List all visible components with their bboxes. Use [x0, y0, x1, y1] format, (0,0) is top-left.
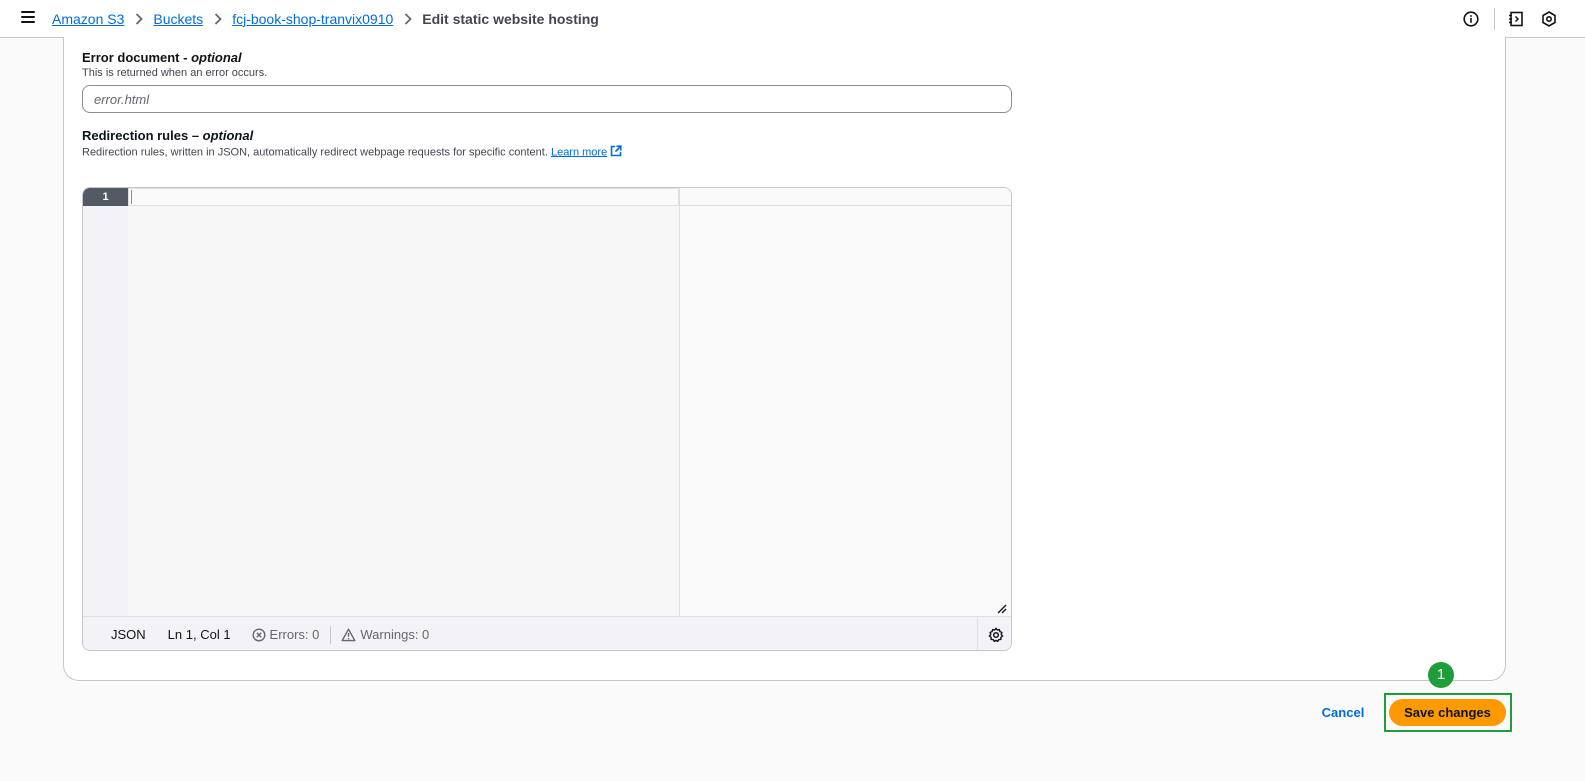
chevron-right-icon — [124, 12, 153, 25]
breadcrumb: Amazon S3 Buckets fcj-book-shop-tranvix0… — [52, 0, 599, 37]
breadcrumb-buckets[interactable]: Buckets — [153, 11, 203, 27]
error-circle-icon — [252, 627, 266, 642]
step-badge: 1 — [1428, 662, 1454, 688]
breadcrumb-bucket-name[interactable]: fcj-book-shop-tranvix0910 — [232, 11, 393, 27]
editor-status-bar: JSON Ln 1, Col 1 Errors: 0 Warnings: 0 — [83, 616, 1011, 650]
cancel-button[interactable]: Cancel — [1318, 701, 1368, 723]
errors-status[interactable]: Errors: 0 — [252, 627, 320, 642]
settings-hex-icon[interactable] — [1539, 9, 1559, 29]
text-cursor — [131, 190, 132, 204]
warning-triangle-icon — [341, 628, 356, 641]
warnings-status[interactable]: Warnings: 0 — [341, 627, 429, 642]
menu-icon[interactable] — [20, 11, 36, 25]
editor-language: JSON — [111, 627, 146, 642]
errors-count: Errors: 0 — [269, 627, 320, 642]
gear-icon — [988, 627, 1003, 642]
status-divider — [330, 625, 332, 644]
preview-pane-header — [680, 188, 1011, 206]
redirection-rules-description: Redirection rules, written in JSON, auto… — [82, 145, 622, 160]
chevron-right-icon — [393, 12, 422, 25]
code-input-area[interactable] — [128, 206, 679, 616]
warnings-count: Warnings: 0 — [360, 627, 430, 642]
resize-handle-icon[interactable] — [997, 601, 1007, 614]
breadcrumb-amazon-s3[interactable]: Amazon S3 — [52, 11, 124, 27]
redirection-rules-label: Redirection rules – optional — [82, 128, 254, 143]
breadcrumb-current-page: Edit static website hosting — [422, 10, 599, 27]
divider — [1494, 8, 1495, 30]
external-link-icon — [610, 145, 622, 160]
active-line — [128, 188, 679, 206]
error-document-label: Error document - optional — [82, 50, 242, 65]
learn-more-link[interactable]: Learn more — [551, 146, 607, 158]
editor-settings-button[interactable] — [977, 617, 1011, 650]
redirection-rules-code-editor[interactable]: 1 JSON Ln 1, Col 1 Errors: 0 Warnings: 0 — [82, 187, 1012, 651]
editor-preview-pane — [679, 188, 1011, 616]
line-number: 1 — [83, 188, 128, 206]
save-changes-button[interactable]: Save changes — [1389, 699, 1506, 726]
top-navigation-bar: Amazon S3 Buckets fcj-book-shop-tranvix0… — [0, 0, 1585, 38]
editor-gutter — [83, 188, 128, 616]
notes-icon[interactable] — [1506, 9, 1526, 29]
top-icons — [1461, 8, 1559, 30]
cursor-position: Ln 1, Col 1 — [167, 627, 231, 642]
info-icon[interactable] — [1461, 9, 1481, 29]
chevron-right-icon — [203, 12, 232, 25]
error-document-description: This is returned when an error occurs. — [82, 67, 268, 79]
error-document-input[interactable] — [82, 85, 1012, 113]
